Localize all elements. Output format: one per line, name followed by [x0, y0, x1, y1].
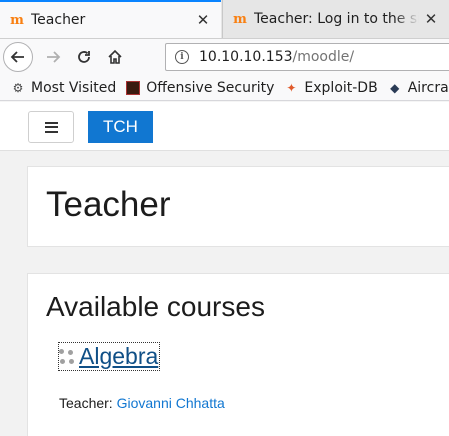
- bookmark-offensive-security[interactable]: Offensive Security: [126, 80, 274, 96]
- bookmarks-toolbar: ⚙ Most Visited Offensive Security ✦ Expl…: [0, 75, 449, 101]
- gear-icon: ⚙: [12, 80, 24, 95]
- course-name[interactable]: Algebra: [79, 343, 158, 370]
- teacher-name-link[interactable]: Giovanni Chhatta: [117, 395, 225, 411]
- bookmark-label: Aircrack-ng: [407, 79, 449, 96]
- reload-button[interactable]: [69, 42, 99, 72]
- home-button[interactable]: [100, 42, 130, 72]
- section-title: Available courses: [46, 291, 265, 322]
- tab-teacher[interactable]: m Teacher ✕: [0, 0, 221, 38]
- course-icon: [59, 348, 75, 365]
- page-content: TCH Teacher Available courses Algebra Te…: [0, 102, 449, 436]
- reload-icon: [78, 51, 90, 63]
- back-button[interactable]: [3, 42, 33, 72]
- site-navbar: TCH: [0, 102, 449, 151]
- navigation-bar: i 10.10.10.153/moodle/: [0, 39, 449, 75]
- course-teacher: Teacher: Giovanni Chhatta: [59, 395, 225, 411]
- moodle-icon: m: [233, 11, 247, 27]
- aircrack-icon: ◆: [390, 80, 400, 95]
- tab-login[interactable]: m Teacher: Log in to the site ✕: [222, 0, 449, 38]
- bookmark-aircrack[interactable]: ◆ Aircrack-ng: [388, 80, 449, 96]
- bookmark-most-visited[interactable]: ⚙ Most Visited: [11, 79, 117, 96]
- bookmark-label: Exploit-DB: [304, 79, 378, 96]
- page-title: Teacher: [46, 185, 171, 224]
- forward-arrow-icon: [47, 51, 61, 63]
- tab-title: Teacher: Log in to the site: [254, 11, 419, 27]
- home-icon: [108, 49, 122, 64]
- close-icon[interactable]: ✕: [423, 10, 439, 28]
- bookmark-label: Offensive Security: [146, 79, 275, 96]
- close-icon[interactable]: ✕: [195, 11, 211, 29]
- page-header-card: Teacher: [27, 166, 449, 247]
- url-host: 10.10.10.153: [199, 49, 293, 65]
- moodle-icon: m: [10, 12, 24, 28]
- teacher-label: Teacher:: [59, 395, 117, 411]
- course-link[interactable]: Algebra: [57, 342, 161, 371]
- url-bar[interactable]: i 10.10.10.153/moodle/: [165, 43, 449, 71]
- tab-strip: m Teacher ✕ m Teacher: Log in to the sit…: [0, 0, 449, 39]
- hamburger-icon: [44, 121, 58, 133]
- menu-button[interactable]: [28, 111, 74, 143]
- url-path: /moodle/: [292, 49, 355, 65]
- bookmark-exploit-db[interactable]: ✦ Exploit-DB: [284, 80, 377, 96]
- info-icon[interactable]: i: [175, 50, 189, 64]
- forward-button[interactable]: [38, 42, 68, 72]
- back-arrow-icon: [10, 51, 24, 63]
- bookmark-label: Most Visited: [31, 79, 117, 96]
- offsec-icon: [126, 80, 141, 95]
- available-courses-card: Available courses Algebra Teacher: Giova…: [27, 273, 449, 436]
- site-brand-button[interactable]: TCH: [88, 111, 153, 143]
- tab-title: Teacher: [31, 12, 86, 28]
- exploit-db-icon: ✦: [286, 80, 297, 95]
